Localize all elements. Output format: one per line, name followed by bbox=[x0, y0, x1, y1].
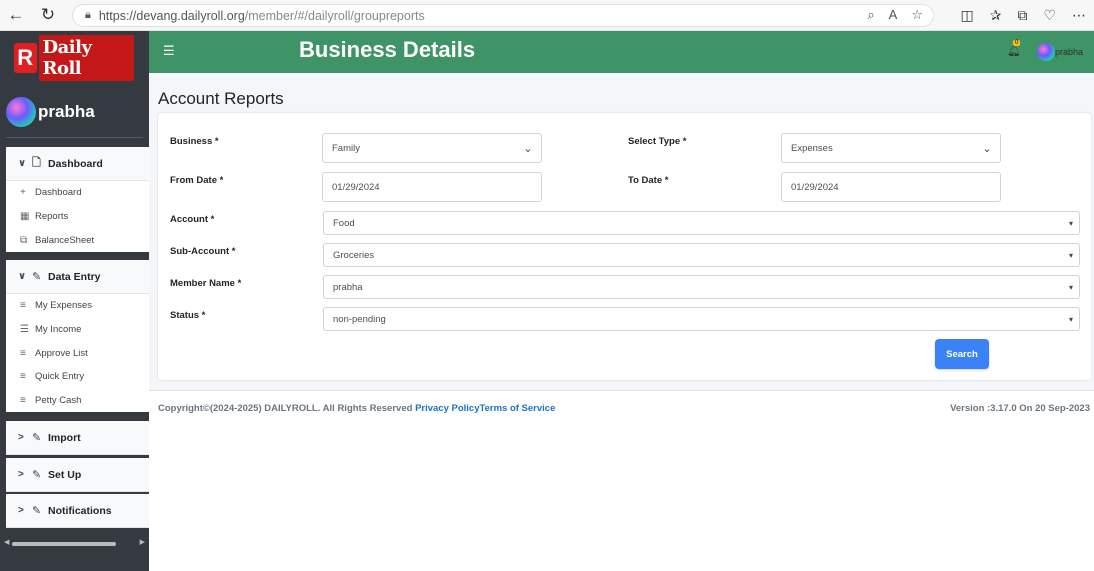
sidebar-section-import: > ✎ Import bbox=[6, 421, 149, 455]
to-date-label: To Date * bbox=[628, 175, 669, 186]
header-user-name[interactable]: prabha bbox=[1055, 47, 1083, 57]
avatar bbox=[6, 97, 36, 127]
calendar-icon: ▦ bbox=[20, 211, 30, 223]
split-screen-icon[interactable]: ◫ bbox=[960, 7, 973, 24]
member-name-select[interactable]: prabha ▾ bbox=[323, 275, 1080, 299]
pencil-icon: ✎ bbox=[32, 271, 42, 283]
sidebar-user-name: prabha bbox=[38, 102, 95, 121]
chevron-down-icon: ▾ bbox=[1068, 250, 1073, 260]
account-select[interactable]: Food ▾ bbox=[323, 211, 1080, 235]
pencil-icon: ✎ bbox=[32, 505, 42, 517]
business-select[interactable]: Family ⌄ bbox=[322, 133, 542, 163]
sidebar-item-dashboard[interactable]: + Dashboard bbox=[6, 181, 149, 205]
sidebar: R Daily Roll prabha ∨ 🗋︎ Dashboard + Das… bbox=[0, 31, 149, 571]
list-icon: ≡ bbox=[20, 371, 26, 383]
sidebar-section-header-data-entry[interactable]: ∨ ✎ Data Entry bbox=[6, 260, 149, 294]
logo-text: Daily Roll bbox=[38, 35, 134, 81]
sidebar-item-my-income[interactable]: ☰ My Income bbox=[6, 318, 149, 342]
sidebar-divider bbox=[6, 137, 143, 138]
address-bar[interactable]: 🔒︎ https://devang.dailyroll.org/member/#… bbox=[72, 4, 934, 27]
sidebar-section-header-notifications[interactable]: > ✎ Notifications bbox=[6, 494, 149, 528]
account-label: Account * bbox=[170, 214, 215, 225]
sidebar-item-my-expenses[interactable]: ≡ My Expenses bbox=[6, 294, 149, 318]
sidebar-section-header-dashboard[interactable]: ∨ 🗋︎ Dashboard bbox=[6, 147, 149, 181]
footer-divider bbox=[149, 390, 1094, 391]
favorite-star-icon[interactable]: ☆ bbox=[911, 7, 923, 23]
plus-icon: + bbox=[20, 187, 26, 199]
from-date-label: From Date * bbox=[170, 175, 224, 186]
scroll-right-icon[interactable]: ▶ bbox=[140, 538, 145, 546]
from-date-input[interactable]: 01/29/2024 bbox=[322, 172, 542, 202]
file-icon: 🗋︎ bbox=[32, 157, 41, 169]
scroll-thumb[interactable] bbox=[12, 542, 116, 546]
browser-essentials-icon[interactable]: ♡ bbox=[1043, 7, 1056, 24]
page-title: Account Reports bbox=[158, 89, 284, 108]
chevron-right-icon: > bbox=[18, 505, 24, 516]
chevron-down-icon: ∨ bbox=[18, 158, 27, 169]
chevron-down-icon: ▾ bbox=[1068, 218, 1073, 228]
sidebar-section-setup: > ✎ Set Up bbox=[6, 458, 149, 492]
refresh-icon[interactable]: ↻ bbox=[32, 0, 64, 31]
list-indent-icon: ☰ bbox=[20, 324, 29, 336]
sidebar-user[interactable]: prabha bbox=[6, 97, 95, 127]
to-date-input[interactable]: 01/29/2024 bbox=[781, 172, 1001, 202]
chevron-down-icon: ⌄ bbox=[982, 142, 992, 155]
select-type-select[interactable]: Expenses ⌄ bbox=[781, 133, 1001, 163]
chevron-down-icon: ▾ bbox=[1068, 282, 1073, 292]
top-header: ☰ Business Details 🔔︎ 0 prabha bbox=[149, 31, 1094, 73]
footer-copyright: Copyright©(2024-2025) DAILYROLL. All Rig… bbox=[158, 403, 556, 414]
pencil-icon: ✎ bbox=[32, 432, 42, 444]
logo[interactable]: R Daily Roll bbox=[14, 35, 134, 81]
sidebar-section-notifications: > ✎ Notifications bbox=[6, 494, 149, 528]
read-aloud-icon[interactable]: A bbox=[889, 7, 898, 23]
select-type-label: Select Type * bbox=[628, 136, 687, 147]
zoom-icon[interactable]: ⌕ bbox=[867, 7, 874, 23]
search-button[interactable]: Search bbox=[935, 339, 989, 369]
chevron-down-icon: ∨ bbox=[18, 271, 27, 282]
list-icon: ≡ bbox=[20, 395, 26, 407]
notification-badge: 0 bbox=[1013, 40, 1021, 46]
bell-icon[interactable]: 🔔︎ 0 bbox=[1007, 40, 1021, 57]
business-label: Business * bbox=[170, 136, 219, 147]
browser-toolbar: ← ↻ 🔒︎ https://devang.dailyroll.org/memb… bbox=[0, 0, 1094, 31]
hamburger-menu-icon[interactable]: ☰ bbox=[163, 43, 175, 59]
sidebar-section-dashboard: ∨ 🗋︎ Dashboard + Dashboard ▦ Reports ⧉ B… bbox=[6, 147, 149, 253]
logo-mark: R bbox=[14, 43, 37, 73]
external-link-icon: ⧉ bbox=[20, 234, 28, 246]
terms-of-service-link[interactable]: Terms of Service bbox=[480, 403, 556, 414]
list-icon: ≡ bbox=[20, 300, 26, 312]
url-text: https://devang.dailyroll.org/member/#/da… bbox=[98, 8, 425, 23]
more-menu-icon[interactable]: ⋯ bbox=[1072, 7, 1086, 24]
sub-account-select[interactable]: Groceries ▾ bbox=[323, 243, 1080, 267]
sub-account-label: Sub-Account * bbox=[170, 246, 236, 257]
favorites-icon[interactable]: ✰ bbox=[990, 7, 1002, 24]
header-title: Business Details bbox=[299, 37, 476, 62]
list-icon: ≡ bbox=[20, 347, 26, 359]
privacy-policy-link[interactable]: Privacy Policy bbox=[415, 403, 479, 414]
header-avatar[interactable] bbox=[1037, 43, 1055, 61]
status-label: Status * bbox=[170, 310, 206, 321]
chevron-right-icon: > bbox=[18, 469, 24, 480]
status-select[interactable]: non-pending ▾ bbox=[323, 307, 1080, 331]
sidebar-section-header-setup[interactable]: > ✎ Set Up bbox=[6, 458, 149, 492]
sidebar-item-quick-entry[interactable]: ≡ Quick Entry bbox=[6, 365, 149, 389]
member-name-label: Member Name * bbox=[170, 278, 242, 289]
collections-icon[interactable]: ⧉ bbox=[1017, 7, 1027, 24]
lock-icon: 🔒︎ bbox=[85, 9, 91, 21]
footer-version: Version :3.17.0 On 20 Sep-2023 bbox=[950, 403, 1090, 414]
sidebar-section-data-entry: ∨ ✎ Data Entry ≡ My Expenses ☰ My Income… bbox=[6, 260, 149, 413]
pencil-icon: ✎ bbox=[32, 469, 42, 481]
sidebar-scrollbar[interactable]: ◀ ▶ bbox=[4, 538, 145, 548]
sidebar-item-balancesheet[interactable]: ⧉ BalanceSheet bbox=[6, 228, 149, 252]
sidebar-item-petty-cash[interactable]: ≡ Petty Cash bbox=[6, 389, 149, 413]
sidebar-item-approve-list[interactable]: ≡ Approve List bbox=[6, 341, 149, 365]
scroll-left-icon[interactable]: ◀ bbox=[4, 538, 9, 546]
back-arrow-icon[interactable]: ← bbox=[0, 0, 32, 31]
chevron-right-icon: > bbox=[18, 432, 24, 443]
chevron-down-icon: ▾ bbox=[1068, 314, 1073, 324]
chevron-down-icon: ⌄ bbox=[523, 142, 533, 155]
sidebar-item-reports[interactable]: ▦ Reports bbox=[6, 205, 149, 229]
sidebar-section-header-import[interactable]: > ✎ Import bbox=[6, 421, 149, 455]
